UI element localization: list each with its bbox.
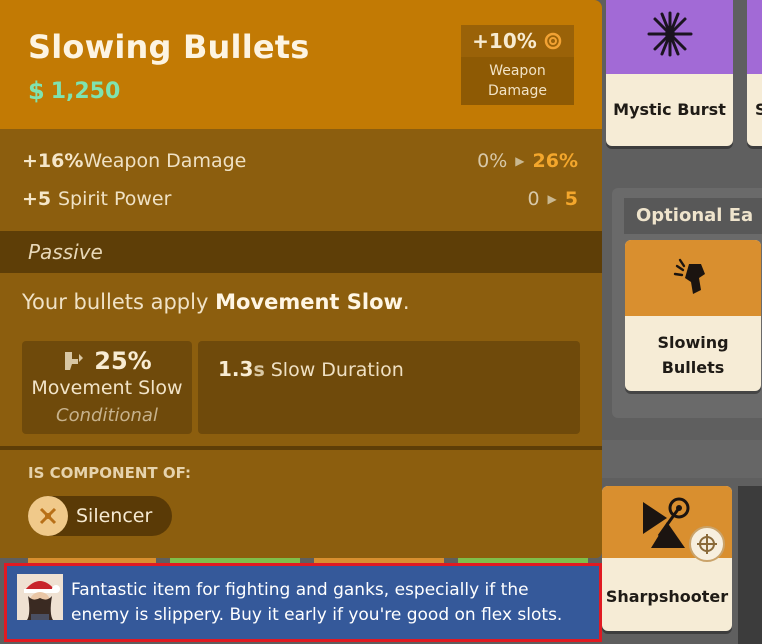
- item-card-sharpshooter[interactable]: Sharpshooter: [602, 486, 732, 631]
- slow-label: Movement Slow: [31, 377, 183, 399]
- item-card-art: [625, 240, 761, 316]
- souls-currency-icon: $: [28, 77, 45, 105]
- arrow-right-icon: ▶: [547, 192, 557, 206]
- stat-to: 26%: [532, 150, 578, 172]
- stat-from: 0%: [477, 150, 508, 172]
- passive-section-header: Passive: [0, 231, 602, 273]
- weapon-damage-badge: +10% Weapon Damage: [461, 25, 574, 105]
- stat-name: Weapon Damage: [83, 150, 247, 172]
- tip-text: Fantastic item for fighting and ganks, e…: [71, 580, 563, 625]
- crosshair-icon: [689, 526, 725, 562]
- item-card-name: S: [755, 100, 762, 119]
- arrow-right-icon: ▶: [515, 154, 525, 168]
- item-card-mystic-burst[interactable]: Mystic Burst: [606, 0, 733, 146]
- divider: [0, 446, 602, 450]
- shop-band: [602, 440, 762, 478]
- duration-unit: s: [253, 359, 265, 381]
- badge-value: +10%: [472, 29, 537, 53]
- item-price: $ 1,250: [28, 76, 120, 106]
- stat-value: +5: [22, 188, 52, 210]
- item-card-slowing-bullets[interactable]: Slowing Bullets: [625, 240, 761, 391]
- stat-to: 5: [564, 188, 578, 210]
- passive-description: Your bullets apply Movement Slow.: [22, 290, 410, 314]
- stat-row-weapon-damage: +16% Weapon Damage 0% ▶ 26%: [22, 147, 578, 175]
- stat-value: +16%: [22, 150, 84, 172]
- stat-from: 0: [527, 188, 540, 210]
- silencer-icon: [28, 496, 68, 536]
- tip-banner: Fantastic item for fighting and ganks, e…: [4, 563, 602, 642]
- duration-label: Slow Duration: [270, 359, 404, 381]
- movement-slow-icon: [65, 352, 84, 370]
- price-value: 1,250: [50, 78, 121, 104]
- stat-name: Spirit Power: [58, 188, 172, 210]
- component-name: Silencer: [76, 505, 153, 527]
- item-card-name: Slowing Bullets: [657, 333, 729, 377]
- slow-duration-box: 1.3s Slow Duration: [198, 341, 580, 434]
- stat-row-spirit-power: +5 Spirit Power 0 ▶ 5: [22, 185, 578, 213]
- weapon-damage-icon: [544, 32, 562, 50]
- component-of-title: IS COMPONENT OF:: [28, 464, 192, 482]
- item-card-name: Mystic Burst: [613, 100, 726, 119]
- item-title: Slowing Bullets: [28, 28, 310, 66]
- item-card-partial[interactable]: S: [747, 0, 762, 146]
- optional-section-title: Optional Ea: [624, 198, 762, 234]
- item-card-art: [606, 0, 733, 74]
- slowing-bullets-icon: [673, 258, 705, 294]
- slow-condition: Conditional: [56, 405, 158, 426]
- component-silencer[interactable]: Silencer: [28, 496, 172, 536]
- item-tooltip: Slowing Bullets $ 1,250 +10% Weapon Dama…: [0, 0, 602, 558]
- movement-slow-box: 25% Movement Slow Conditional: [22, 341, 192, 434]
- slow-value: 25%: [94, 347, 152, 375]
- shop-edge: [738, 486, 762, 644]
- avatar: [17, 574, 63, 620]
- duration-value: 1.3: [218, 357, 254, 381]
- item-card-name: Sharpshooter: [605, 587, 729, 606]
- tooltip-header: Slowing Bullets $ 1,250 +10% Weapon Dama…: [0, 0, 602, 129]
- sharpshooter-icon: [643, 497, 690, 548]
- burst-icon: [647, 11, 692, 57]
